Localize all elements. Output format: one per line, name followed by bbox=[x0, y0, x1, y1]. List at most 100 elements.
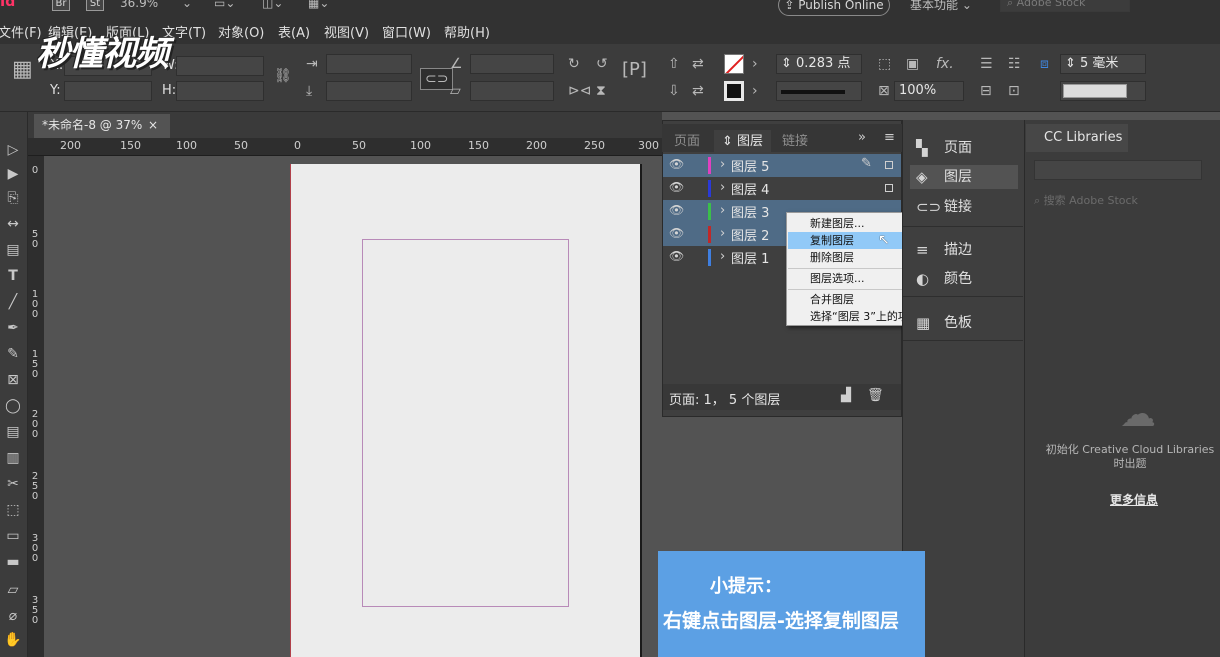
chevron-right-icon[interactable]: › bbox=[720, 249, 725, 264]
eye-icon[interactable]: 👁 bbox=[669, 249, 684, 263]
trash-icon[interactable]: 🗑 bbox=[867, 388, 884, 403]
y-field[interactable] bbox=[64, 81, 152, 101]
arrange-documents-icon[interactable]: ▦⌄ bbox=[308, 0, 329, 10]
text-wrap-icon[interactable]: ☰ bbox=[980, 56, 993, 72]
auto-fit-icon[interactable]: ⧈ bbox=[1040, 56, 1049, 72]
wrap-next-icon[interactable]: ⊡ bbox=[1008, 83, 1020, 99]
vertical-ruler[interactable]: 0 5 0 1 0 0 1 5 0 2 0 0 2 5 0 3 0 0 3 5 … bbox=[28, 156, 44, 657]
selection-square[interactable] bbox=[885, 161, 893, 169]
side-item-links[interactable]: ⊂⊃ 链接 bbox=[910, 195, 1018, 219]
eye-icon[interactable]: 👁 bbox=[669, 180, 684, 194]
shear-field[interactable] bbox=[470, 81, 554, 101]
gradient-feather-tool-icon[interactable]: ▬ bbox=[2, 554, 24, 570]
side-item-layers[interactable]: ◈ 图层 bbox=[910, 165, 1018, 189]
select-content-icon[interactable]: ⇩ bbox=[668, 83, 680, 99]
gap-tool-icon[interactable]: ↔ bbox=[2, 216, 24, 232]
chevron-right-icon[interactable]: › bbox=[720, 203, 725, 218]
scale-percent-field[interactable]: 100% bbox=[894, 81, 964, 101]
scale-y-field[interactable] bbox=[326, 81, 412, 101]
screen-mode-icon[interactable]: ◫⌄ bbox=[262, 0, 283, 10]
frame-fit-icon[interactable]: ⬚ bbox=[878, 56, 891, 72]
document-tab[interactable]: *未命名-8 @ 37% × bbox=[34, 114, 170, 138]
scale-x-field[interactable] bbox=[326, 54, 412, 74]
link-icon[interactable]: ⊂⊃ bbox=[420, 68, 454, 90]
tab-layers[interactable]: ⇕ 图层 bbox=[714, 130, 772, 152]
selection-tool-icon[interactable]: ▷ bbox=[2, 142, 24, 158]
rotate-field[interactable] bbox=[470, 54, 554, 74]
select-next-icon[interactable]: ⇄ bbox=[692, 83, 704, 99]
side-item-pages[interactable]: ▚ 页面 bbox=[910, 136, 1018, 160]
menu-help[interactable]: 帮助(H) bbox=[444, 22, 490, 41]
type-tool-icon[interactable]: T bbox=[2, 268, 24, 284]
fill-chevron-icon[interactable]: › bbox=[752, 56, 758, 72]
tab-cc-libraries[interactable]: CC Libraries bbox=[1026, 124, 1128, 152]
eye-icon[interactable]: 👁 bbox=[669, 226, 684, 240]
rotate-ccw-icon[interactable]: ↺ bbox=[596, 56, 608, 72]
reference-point-icon[interactable]: ▦ bbox=[12, 59, 33, 81]
pencil-tool-icon[interactable]: ✎ bbox=[2, 346, 24, 362]
effects-icon[interactable]: fx. bbox=[936, 56, 954, 72]
h-field[interactable] bbox=[176, 81, 264, 101]
stock-button[interactable]: St bbox=[86, 0, 104, 11]
flip-horizontal-icon[interactable]: ⊳⊲ bbox=[568, 83, 591, 99]
layer-row-4[interactable]: 👁 › 图层 4 bbox=[663, 177, 901, 200]
drop-shadow-icon[interactable]: ▣ bbox=[906, 56, 919, 72]
constrain-proportions-icon[interactable]: ⛓ bbox=[274, 68, 292, 84]
free-transform-tool-icon[interactable]: ⬚ bbox=[2, 502, 24, 518]
select-previous-icon[interactable]: ⇄ bbox=[692, 56, 704, 72]
rotate-cw-icon[interactable]: ↻ bbox=[568, 56, 580, 72]
eyedropper-tool-icon[interactable]: ⌀ bbox=[2, 608, 24, 624]
view-options-icon[interactable]: ▭⌄ bbox=[214, 0, 235, 10]
gap-field[interactable]: ⇕ 5 毫米 bbox=[1060, 54, 1146, 74]
paragraph-icon[interactable]: [P] bbox=[622, 61, 647, 79]
menu-type[interactable]: 文字(T) bbox=[162, 22, 206, 41]
selection-square[interactable] bbox=[885, 184, 893, 192]
wrap-jump-icon[interactable]: ⊟ bbox=[980, 83, 992, 99]
content-collector-icon[interactable]: ▤ bbox=[2, 242, 24, 258]
stroke-weight-field[interactable]: ⇕ 0.283 点 bbox=[776, 54, 862, 74]
eye-icon[interactable]: 👁 bbox=[669, 203, 684, 217]
more-info-link[interactable]: 更多信息 bbox=[1110, 491, 1158, 508]
eye-icon[interactable]: 👁 bbox=[669, 157, 684, 171]
rectangle-frame-tool-icon[interactable]: ⊠ bbox=[2, 372, 24, 388]
panel-menu-icon[interactable]: ≡ bbox=[884, 130, 895, 145]
hand-tool-icon[interactable]: ✋ bbox=[2, 632, 24, 648]
horizontal-ruler[interactable]: 200 150 100 50 0 50 100 150 200 250 300 bbox=[28, 138, 662, 156]
stroke-chevron-icon[interactable]: › bbox=[752, 83, 758, 99]
cc-search-input[interactable]: ⌕ 搜索 Adobe Stock bbox=[1034, 192, 1138, 208]
menu-view[interactable]: 视图(V) bbox=[324, 22, 369, 41]
pen-tool-icon[interactable]: ✒ bbox=[2, 320, 24, 336]
layer-row-5[interactable]: 👁 › 图层 5 ✎ bbox=[663, 154, 901, 177]
side-item-swatches[interactable]: ▦ 色板 bbox=[910, 311, 1018, 335]
w-field[interactable] bbox=[176, 56, 264, 76]
flip-vertical-icon[interactable]: ⧗ bbox=[596, 83, 606, 99]
stroke-type-select[interactable] bbox=[776, 81, 862, 101]
ellipse-tool-icon[interactable]: ◯ bbox=[2, 398, 24, 414]
column-tool-icon[interactable]: ▥ bbox=[2, 450, 24, 466]
chevron-right-icon[interactable]: › bbox=[720, 157, 725, 172]
menu-window[interactable]: 窗口(W) bbox=[382, 22, 431, 41]
stroke-swatch[interactable] bbox=[724, 81, 744, 101]
select-container-icon[interactable]: ⇧ bbox=[668, 56, 680, 72]
zoom-level[interactable]: 36.9% bbox=[120, 0, 158, 10]
chevron-right-icon[interactable]: › bbox=[720, 180, 725, 195]
chevron-right-icon[interactable]: › bbox=[720, 226, 725, 241]
publish-online-button[interactable]: ⇪ Publish Online bbox=[778, 0, 890, 16]
fill-swatch-none[interactable] bbox=[724, 54, 744, 74]
tab-links[interactable]: 链接 bbox=[782, 130, 808, 149]
close-icon[interactable]: × bbox=[148, 114, 158, 136]
menu-table[interactable]: 表(A) bbox=[278, 22, 310, 41]
chevron-down-icon[interactable]: ⌄ bbox=[182, 0, 192, 10]
new-layer-icon[interactable]: ▟ bbox=[841, 388, 851, 403]
library-select[interactable] bbox=[1034, 160, 1202, 180]
note-tool-icon[interactable]: ▱ bbox=[2, 582, 24, 598]
direct-selection-tool-icon[interactable]: ▶ bbox=[2, 166, 24, 182]
page-tool-icon[interactable]: ⎘ bbox=[2, 190, 24, 206]
table-tool-icon[interactable]: ▤ bbox=[2, 424, 24, 440]
menu-object[interactable]: 对象(O) bbox=[218, 22, 264, 41]
bridge-button[interactable]: Br bbox=[52, 0, 70, 11]
line-tool-icon[interactable]: ╱ bbox=[2, 294, 24, 310]
side-item-color[interactable]: ◐ 颜色 bbox=[910, 267, 1018, 291]
gradient-tool-icon[interactable]: ▭ bbox=[2, 528, 24, 544]
tab-pages[interactable]: 页面 bbox=[674, 130, 700, 149]
